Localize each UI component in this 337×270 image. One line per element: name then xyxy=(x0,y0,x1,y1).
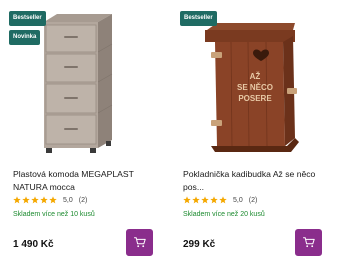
engraved-text-line: AŽ xyxy=(250,72,261,81)
star-icon xyxy=(183,196,191,204)
product-title[interactable]: Pokladnička kadibudka Až se něco pos... xyxy=(183,168,333,194)
rating-value: 5,0 xyxy=(63,196,73,204)
badge-list: Bestseller Novinka xyxy=(9,11,46,45)
star-icon xyxy=(201,196,209,204)
star-icon xyxy=(31,196,39,204)
engraved-text-line: POSERE xyxy=(238,94,272,103)
product-card[interactable]: Bestseller AŽ SE NĚCO POSERE Pokladnička… xyxy=(171,0,337,270)
stock-status: Skladem více než 20 kusů xyxy=(183,211,265,218)
star-icon xyxy=(210,196,218,204)
bestseller-badge: Bestseller xyxy=(180,11,217,26)
rating-value: 5,0 xyxy=(233,196,243,204)
add-to-cart-button[interactable] xyxy=(295,229,322,256)
rating-count: (2) xyxy=(248,196,258,204)
stock-status: Skladem více než 10 kusů xyxy=(13,211,95,218)
badge-list: Bestseller xyxy=(180,11,217,26)
cart-icon xyxy=(302,237,315,248)
product-card[interactable]: Bestseller Novinka Plastová komoda MEGAP… xyxy=(0,0,166,270)
product-price: 299 Kč xyxy=(183,239,216,250)
cart-icon xyxy=(133,237,146,248)
new-badge: Novinka xyxy=(9,30,41,45)
product-title[interactable]: Plastová komoda MEGAPLAST NATURA mocca xyxy=(13,168,163,194)
product-rating: 5,0 (2) xyxy=(13,196,87,204)
add-to-cart-button[interactable] xyxy=(126,229,153,256)
star-icon xyxy=(192,196,200,204)
star-icon xyxy=(22,196,30,204)
rating-count: (2) xyxy=(78,196,88,204)
product-price: 1 490 Kč xyxy=(13,239,54,250)
engraved-text-line: SE NĚCO xyxy=(237,83,273,92)
star-icon xyxy=(13,196,21,204)
star-icon xyxy=(219,196,227,204)
bestseller-badge: Bestseller xyxy=(9,11,46,26)
star-icon xyxy=(49,196,57,204)
product-rating: 5,0 (2) xyxy=(183,196,257,204)
star-icon xyxy=(40,196,48,204)
